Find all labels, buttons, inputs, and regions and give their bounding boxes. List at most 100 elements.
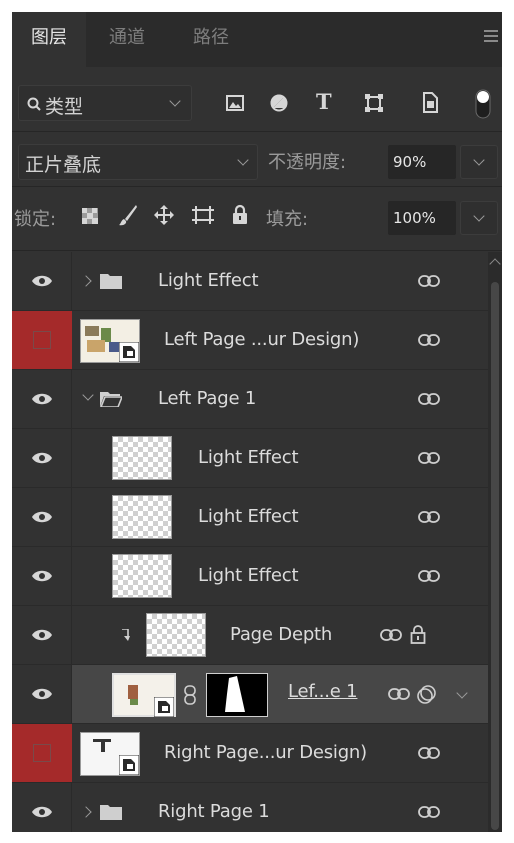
- divider: [12, 186, 502, 187]
- layer-name: Lef...e 1: [288, 681, 358, 702]
- divider: [12, 250, 502, 251]
- visibility-cell-hidden[interactable]: [12, 724, 72, 782]
- link-icon: [418, 570, 440, 582]
- fill-input[interactable]: 100%: [388, 201, 456, 235]
- chevron-right-icon[interactable]: [80, 806, 92, 818]
- blend-row: 正片叠底 不透明度: 90%: [12, 135, 502, 185]
- layer-name: Light Effect: [198, 506, 299, 527]
- filter-kind-label: 类型: [45, 96, 84, 118]
- eye-icon: [32, 629, 52, 641]
- layers-panel: 图层 通道 路径 类型 T 正片叠底 不透明度: 90% 锁定: 填充: 100…: [12, 12, 502, 832]
- lock-transparent-pixels-icon[interactable]: [82, 208, 98, 224]
- layers-list: Light Effect Left Page ...ur Design) Lef…: [12, 252, 488, 832]
- panel-menu-icon[interactable]: [484, 30, 498, 42]
- layer-row[interactable]: Left Page 1: [12, 370, 488, 429]
- link-icon: [418, 275, 440, 287]
- visibility-cell[interactable]: [12, 547, 72, 605]
- link-icon: [388, 688, 410, 700]
- visibility-cell[interactable]: [12, 665, 72, 723]
- adjustment-filter-icon[interactable]: [270, 94, 288, 112]
- eye-icon: [32, 688, 52, 700]
- link-icon: [418, 747, 440, 759]
- layer-name: Right Page...ur Design): [164, 742, 367, 763]
- lock-all-icon[interactable]: [232, 204, 248, 224]
- layer-row[interactable]: Light Effect: [12, 488, 488, 547]
- layer-name: Light Effect: [158, 270, 259, 291]
- link-icon: [418, 806, 440, 818]
- layer-thumbnail: [112, 436, 172, 480]
- layer-thumbnail: [112, 554, 172, 598]
- link-icon: [380, 629, 402, 641]
- link-icon: [418, 452, 440, 464]
- chevron-up-icon[interactable]: [489, 258, 501, 270]
- eye-icon: [32, 570, 52, 582]
- layer-thumbnail: [112, 495, 172, 539]
- brush-lock-icon[interactable]: [118, 204, 138, 226]
- layer-name: Light Effect: [198, 565, 299, 586]
- visibility-cell[interactable]: [12, 429, 72, 487]
- chevron-right-icon[interactable]: [80, 275, 92, 287]
- chevron-down-icon: [473, 154, 485, 166]
- layer-thumbnail: [112, 673, 176, 717]
- panel-tab-bar: 图层 通道 路径: [12, 12, 502, 67]
- layer-mask-thumbnail[interactable]: [206, 673, 268, 717]
- layer-row[interactable]: Page Depth: [12, 606, 488, 665]
- visibility-cell-hidden[interactable]: [12, 311, 72, 369]
- layer-name: Left Page 1: [158, 388, 257, 409]
- opacity-input[interactable]: 90%: [388, 145, 456, 179]
- layer-row[interactable]: Right Page...ur Design): [12, 724, 488, 783]
- layer-row[interactable]: Right Page 1: [12, 783, 488, 832]
- opacity-slider-button[interactable]: [460, 145, 498, 179]
- filter-kind-dropdown[interactable]: 类型: [18, 85, 192, 121]
- blend-mode-dropdown[interactable]: 正片叠底: [18, 144, 258, 180]
- lock-row: 锁定: 填充: 100%: [12, 192, 502, 242]
- opacity-label: 不透明度:: [268, 152, 347, 173]
- visibility-cell[interactable]: [12, 370, 72, 428]
- visibility-cell[interactable]: [12, 488, 72, 546]
- layer-effects-icon[interactable]: [416, 683, 438, 705]
- eye-icon: [32, 393, 52, 405]
- type-filter-icon[interactable]: T: [316, 89, 332, 114]
- layer-row-selected[interactable]: Lef...e 1: [12, 665, 488, 724]
- smart-object-badge-icon: [154, 697, 174, 717]
- layers-scrollbar[interactable]: [488, 252, 502, 832]
- filter-toggle-icon[interactable]: [475, 89, 491, 119]
- lock-icon: [410, 625, 426, 644]
- lock-label: 锁定:: [14, 209, 57, 230]
- move-lock-icon[interactable]: [154, 205, 174, 225]
- tab-channels[interactable]: 通道: [90, 12, 164, 67]
- tab-paths[interactable]: 路径: [174, 12, 248, 67]
- shape-filter-icon[interactable]: [364, 93, 384, 113]
- layer-name: Left Page ...ur Design): [164, 329, 360, 350]
- tab-layers[interactable]: 图层: [12, 12, 86, 67]
- folder-icon: [100, 805, 122, 820]
- smart-object-filter-icon[interactable]: [420, 92, 438, 113]
- layer-name: Right Page 1: [158, 801, 270, 822]
- layer-thumbnail: [146, 613, 206, 657]
- blend-mode-value: 正片叠底: [25, 154, 102, 176]
- chevron-down-icon: [169, 95, 181, 107]
- chevron-down-icon: [237, 154, 249, 166]
- layer-filter-row: 类型 T: [12, 75, 502, 131]
- image-filter-icon[interactable]: [226, 95, 244, 111]
- chevron-down-icon[interactable]: [456, 687, 468, 699]
- layer-row[interactable]: Light Effect: [12, 252, 488, 311]
- visibility-cell[interactable]: [12, 783, 72, 832]
- layer-thumbnail: [80, 732, 140, 776]
- smart-object-badge-icon: [119, 342, 139, 362]
- visibility-cell[interactable]: [12, 606, 72, 664]
- layer-name: Light Effect: [198, 447, 299, 468]
- artboard-lock-icon[interactable]: [192, 206, 214, 224]
- layer-row[interactable]: Left Page ...ur Design): [12, 311, 488, 370]
- folder-icon: [100, 274, 122, 289]
- scrollbar-thumb[interactable]: [491, 282, 499, 830]
- chevron-down-icon[interactable]: [82, 389, 94, 401]
- layer-row[interactable]: Light Effect: [12, 547, 488, 606]
- folder-open-icon: [100, 392, 122, 407]
- visibility-cell[interactable]: [12, 252, 72, 310]
- link-icon: [418, 511, 440, 523]
- mask-shape-icon: [225, 676, 245, 712]
- mask-link-icon[interactable]: [184, 685, 196, 705]
- layer-row[interactable]: Light Effect: [12, 429, 488, 488]
- fill-slider-button[interactable]: [460, 201, 498, 235]
